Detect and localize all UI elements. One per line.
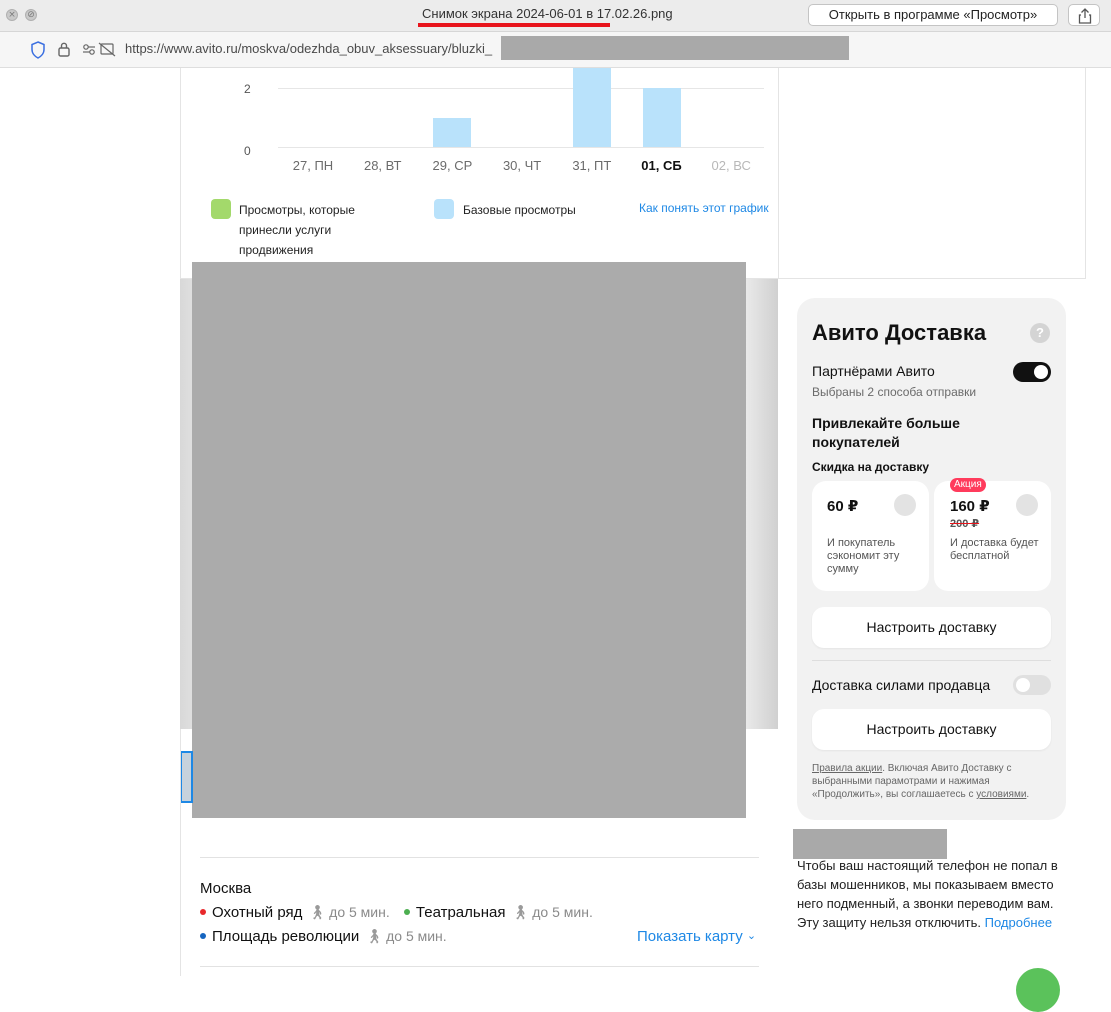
title-highlight-underline [418,23,610,27]
configure-delivery-button[interactable]: Настроить доставку [812,607,1051,648]
toggle-knob [1016,678,1030,692]
legend-label-base: Базовые просмотры [463,203,576,217]
partners-delivery-toggle[interactable] [1013,362,1051,382]
metro-station: Театральная [415,904,506,921]
attract-buyers-heading: Привлекайте больше покупателей [812,415,960,450]
redacted-heading [793,829,947,859]
partners-delivery-subtitle: Выбраны 2 способа отправки [812,385,977,399]
delivery-discount-label: Скидка на доставку [812,460,930,474]
terms-link[interactable]: условиями [976,789,1026,800]
delivery-rules-note: Правила акции. Включая Авито Доставку с … [812,762,1052,801]
metro-row: Площадь революции 🚶︎ до 5 мин. [200,928,447,945]
x-tick-label: 31, ПТ [572,158,612,173]
chart-help-link[interactable]: Как понять этот график [639,201,769,215]
walking-icon: 🚶︎ [308,904,327,920]
more-info-link[interactable]: Подробнее [985,915,1052,930]
rules-link[interactable]: Правила акции [812,763,882,774]
promo-badge: Акция [950,478,986,492]
contact-button[interactable] [1016,968,1060,1012]
configure-seller-delivery-button[interactable]: Настроить доставку [812,709,1051,750]
metro-walk-time: до 5 мин. [532,904,593,920]
share-icon [1078,8,1092,24]
share-button[interactable] [1068,4,1100,26]
open-in-preview-button[interactable]: Открыть в программе «Просмотр» [808,4,1058,26]
metro-line-dot [200,909,206,915]
chevron-down-icon: ⌄ [746,930,757,942]
redacted-photo [192,262,746,818]
gallery-thumbnail[interactable] [180,751,193,803]
city-name: Москва [200,880,252,897]
metro-walk-time: до 5 мин. [329,904,390,920]
x-tick-label: 27, ПН [292,158,334,173]
chart-bar [433,117,472,147]
x-tick-label: 01, СБ [641,158,682,173]
seller-delivery-toggle[interactable] [1013,675,1051,695]
metro-station: Охотный ряд [212,904,303,921]
legend-label-promo: Просмотры, которые принесли услуги продв… [239,203,355,257]
discount-option-description: И доставка будет бесплатной [950,537,1039,562]
card-divider [812,660,1051,661]
metro-line-dot [403,909,410,915]
x-tick-label: 29, СР [432,158,473,173]
gridline [278,147,764,148]
partners-delivery-label: Партнёрами Авито [812,363,935,379]
walking-icon: 🚶︎ [511,904,530,920]
section-divider [200,966,759,967]
y-tick-label: 2 [244,82,251,96]
metro-row: Охотный ряд 🚶︎ до 5 мин. Театральная 🚶︎ до 5… [200,904,593,921]
x-tick-label: 02, ВС [711,158,751,173]
column-divider [180,729,181,976]
chart-bar [642,88,681,147]
old-price: 200 ₽ [950,518,980,530]
show-map-link[interactable]: Показать карту ⌄ [637,928,756,945]
toggle-knob [1034,365,1048,379]
discount-option-description: И покупатель сэкономит эту сумму [827,537,900,575]
minimize-window-icon[interactable]: ⊘ [25,9,37,21]
x-tick-label: 30, ЧТ [502,158,542,173]
permissions-icon[interactable] [82,42,118,57]
show-map-label: Показать карту [637,928,743,945]
window-titlebar: × ⊘ Снимок экрана 2024-06-01 в 17.02.26.… [0,0,1111,32]
window-title: Снимок экрана 2024-06-01 в 17.02.26.png [422,6,673,21]
discount-option-price: 160 ₽ [950,498,990,515]
help-icon[interactable]: ? [1030,323,1050,343]
y-tick-label: 0 [244,144,251,158]
discount-option-radio[interactable] [894,494,916,516]
chart-bar [572,68,611,147]
discount-option-radio[interactable] [1016,494,1038,516]
close-window-icon[interactable]: × [6,9,18,21]
legend-swatch-promo [211,199,231,219]
delivery-title: Авито Доставка [812,320,987,345]
column-divider [778,68,779,279]
url-text[interactable]: https://www.avito.ru/moskva/odezhda_obuv… [125,41,492,56]
seller-delivery-label: Доставка силами продавца [812,677,991,693]
lock-icon[interactable] [57,41,71,58]
gridline [278,88,764,89]
section-divider [200,857,759,858]
walking-icon: 🚶︎ [365,928,384,944]
metro-walk-time: до 5 мин. [386,928,447,944]
metro-line-dot [200,933,206,939]
rules-end: . [1026,789,1030,800]
address-bar: https://www.avito.ru/moskva/odezhda_obuv… [0,32,1111,68]
metro-station: Площадь революции [212,928,360,945]
phone-protection-text: Чтобы ваш настоящий телефон не попал в б… [797,856,1062,932]
legend-swatch-base [434,199,454,219]
x-tick-label: 28, ВТ [363,158,402,173]
discount-option-price: 60 ₽ [827,498,859,515]
redacted-url-part [501,36,849,60]
shield-icon[interactable] [30,41,46,59]
